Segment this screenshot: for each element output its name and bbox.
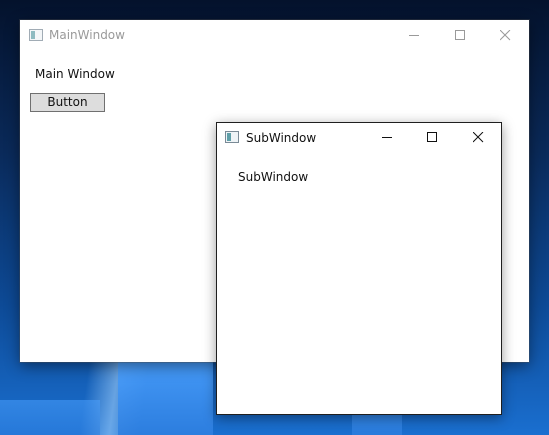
close-button[interactable] — [490, 24, 520, 46]
app-window-icon — [225, 131, 239, 143]
maximize-icon — [454, 29, 465, 40]
windows-logo-pane — [118, 362, 213, 435]
main-window-label: Main Window — [35, 67, 115, 81]
main-button[interactable]: Button — [30, 93, 105, 112]
minimize-button[interactable] — [399, 24, 429, 46]
windows-logo-pane — [0, 400, 100, 435]
sub-window-titlebar[interactable]: SubWindow — [217, 123, 501, 153]
maximize-icon — [426, 131, 437, 142]
main-window-titlebar[interactable]: MainWindow — [20, 20, 529, 50]
main-window-title: MainWindow — [49, 28, 125, 42]
minimize-icon — [408, 34, 419, 36]
sub-window[interactable]: SubWindow SubWindow — [216, 122, 502, 415]
sub-window-title: SubWindow — [246, 131, 317, 145]
maximize-button[interactable] — [417, 126, 447, 148]
sub-window-label: SubWindow — [238, 170, 309, 184]
minimize-button[interactable] — [372, 126, 402, 148]
close-icon — [472, 131, 483, 142]
minimize-icon — [381, 136, 392, 138]
maximize-button[interactable] — [445, 24, 475, 46]
close-button[interactable] — [463, 126, 493, 148]
close-icon — [499, 29, 510, 40]
app-window-icon — [29, 29, 43, 41]
